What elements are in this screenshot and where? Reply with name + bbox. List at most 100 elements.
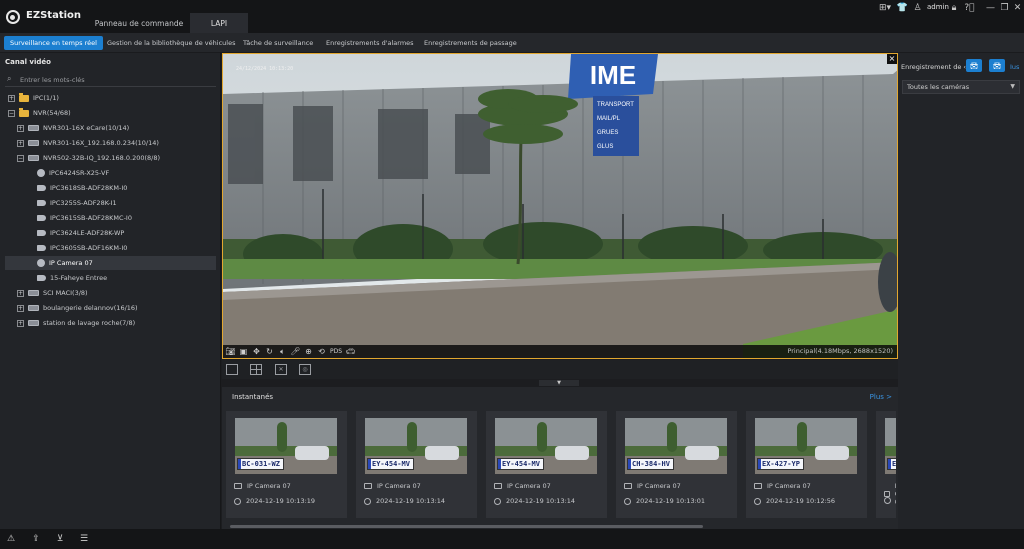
stream-info: Principal(4.18Mbps, 2688x1520) [787, 347, 893, 355]
camera-icon [37, 215, 46, 221]
close-video-icon[interactable]: × [887, 54, 897, 64]
tree-item[interactable]: + SCI MACI(3/8) [5, 286, 216, 300]
export-icon[interactable]: ⇪ [30, 533, 42, 545]
expand-icon[interactable]: + [17, 124, 24, 132]
tree-item[interactable]: + NVR301-16X_192.168.0.234(10/14) [5, 136, 216, 150]
car-icon[interactable]: 🚗︎ [345, 346, 356, 357]
tab-panneau-de-commande[interactable]: Panneau de commande [86, 13, 192, 33]
tree-item-label: IPC3605SB-ADF16KM-I0 [50, 244, 128, 252]
close-icon[interactable]: ✕ [1012, 2, 1023, 14]
tree-item[interactable]: + boulangerie delannov(16/16) [5, 301, 216, 315]
camera-icon [37, 275, 46, 281]
user-icon[interactable]: ♙ [912, 2, 923, 14]
collapse-icon[interactable]: − [17, 154, 24, 162]
capture-all-icon[interactable]: ◎ [299, 364, 311, 375]
layout-single-icon[interactable] [226, 364, 238, 375]
tree-item[interactable]: + NVR301-16X eCare(10/14) [5, 121, 216, 135]
snapshot-image[interactable]: EY-454-MV [495, 418, 597, 474]
search-input[interactable] [20, 74, 210, 85]
camera-icon [754, 483, 762, 489]
tree-item[interactable]: IPC6424SR-X25-VF [5, 166, 216, 180]
expand-icon[interactable]: + [17, 319, 24, 327]
tree-item[interactable]: IP Camera 07 [5, 256, 216, 270]
rec-car-button[interactable]: 🚘︎ [966, 59, 982, 72]
snapshot-card[interactable]: EX-427-YP IP Camera 07 2024-12-19 10:12:56 [746, 411, 867, 518]
tree-item[interactable]: + IPC(1/1) [5, 91, 216, 105]
nvr-icon [28, 320, 39, 326]
snapshots-scrollbar[interactable] [230, 525, 703, 528]
tree-item[interactable]: IPC3615SB-ADF28KMC-I0 [5, 211, 216, 225]
snapshot-card[interactable]: EY-454-MV IP Camera 07 2024-12-19 10:13:14 [486, 411, 607, 518]
license-plate: EY-454-MV [497, 458, 544, 470]
subtab-vehicle-library[interactable]: Gestion de la bibliothèque de véhicules [101, 36, 241, 50]
camera-filter-select[interactable]: Toutes les caméras ▼ [902, 80, 1020, 94]
record-icon[interactable]: ▣ [238, 346, 249, 357]
license-plate: CH-384-HV [627, 458, 674, 470]
subtab-surveillance[interactable]: Surveillance en temps réel [4, 36, 103, 50]
expand-icon[interactable]: + [17, 289, 24, 297]
lock-icon[interactable]: 🔒︎ [949, 2, 959, 14]
snapshot-time: 2024-12-19 10:12:56 [754, 497, 835, 505]
snapshot-camera-name: IP Camera 07 [767, 482, 811, 490]
alert-icon[interactable]: ⚠ [5, 533, 17, 545]
tree-item-label: IPC6424SR-X25-VF [49, 169, 110, 177]
collapse-icon[interactable]: − [8, 109, 15, 117]
tree-item-label: NVR502-32B-IQ_192.168.0.200(8/8) [43, 154, 161, 162]
all-link[interactable]: Ius [1010, 63, 1019, 71]
layout-icon[interactable]: ⊞▾ [878, 2, 892, 14]
audio-icon[interactable]: 🔈︎ [277, 346, 288, 357]
restore-icon[interactable]: ❐ [999, 2, 1010, 14]
live-video-view[interactable]: IME TRANSPORT MAIL/PL GRUES GLUS 24/12/2… [222, 53, 898, 359]
microphone-icon[interactable]: 🎤︎ [290, 346, 301, 357]
rec-list-button[interactable]: 🚘︎ [989, 59, 1005, 72]
collapse-handle-icon[interactable]: ▼ [539, 380, 579, 386]
tree-item[interactable]: + station de lavage roche(7/8) [5, 316, 216, 330]
snapshot-icon[interactable]: 📷︎ [225, 346, 236, 357]
minimize-icon[interactable]: — [985, 2, 996, 14]
pds-label[interactable]: PDS [329, 346, 343, 357]
subtab-surveillance-task[interactable]: Tâche de surveillance [237, 36, 319, 50]
license-plate: EX [887, 458, 896, 470]
subtab-alarm-records[interactable]: Enregistrements d'alarmes [320, 36, 420, 50]
shirt-icon[interactable]: 👕 [897, 2, 908, 14]
snapshot-time [884, 497, 896, 504]
tree-item[interactable]: − NVR502-32B-IQ_192.168.0.200(8/8) [5, 151, 216, 165]
bottom-bar: ⚠ ⇪ ⊻ ☰ [0, 529, 1024, 549]
download-icon[interactable]: ⊻ [54, 533, 66, 545]
snapshot-card[interactable]: EY-454-MV IP Camera 07 2024-12-19 10:13:14 [356, 411, 477, 518]
list-icon[interactable]: ☰ [78, 533, 90, 545]
expand-icon[interactable]: + [8, 94, 15, 102]
snapshot-card[interactable]: CH-384-HV IP Camera 07 2024-12-19 10:13:01 [616, 411, 737, 518]
tree-item[interactable]: 15-Faheye Entree [5, 271, 216, 285]
tab-lapi[interactable]: LAPI [190, 13, 248, 33]
snapshot-card[interactable]: BC-031-WZ IP Camera 07 2024-12-19 10:13:19 [226, 411, 347, 518]
tree-item[interactable]: − NVR(54/68) [5, 106, 216, 120]
playback-icon[interactable]: ⟲ [316, 346, 327, 357]
help-icon[interactable]: ?⃝ [964, 2, 975, 14]
snapshot-image[interactable]: CH-384-HV [625, 418, 727, 474]
snapshot-image[interactable]: EX-427-YP [755, 418, 857, 474]
snapshot-image[interactable]: BC-031-WZ [235, 418, 337, 474]
zoom-icon[interactable]: ⊕ [303, 346, 314, 357]
snapshot-card[interactable]: EXIP Camera 07 [876, 411, 896, 518]
tree-item[interactable]: IPC3624LE-ADF28K-WP [5, 226, 216, 240]
rotate-icon[interactable]: ↻ [264, 346, 275, 357]
tree-item[interactable]: IPC3255S-ADF28K-I1 [5, 196, 216, 210]
close-all-icon[interactable]: ✕ [275, 364, 287, 375]
expand-icon[interactable]: + [17, 304, 24, 312]
ptz-icon[interactable]: ✥ [251, 346, 262, 357]
subtab-passage-records[interactable]: Enregistrements de passage [418, 36, 523, 50]
snapshots-more-link[interactable]: Plus > [870, 393, 892, 401]
camera-icon [37, 230, 46, 236]
layout-quad-icon[interactable] [250, 364, 262, 375]
username[interactable]: admin [927, 3, 949, 11]
snapshot-image[interactable]: EY-454-MV [365, 418, 467, 474]
tree-item[interactable]: IPC3618SB-ADF28KM-I0 [5, 181, 216, 195]
tree-item-label: SCI MACI(3/8) [43, 289, 88, 297]
nvr-icon [28, 290, 39, 296]
snapshot-image[interactable]: EX [885, 418, 896, 474]
tree-item-label: IP Camera 07 [49, 259, 93, 267]
snapshot-camera: IP Camera 07 [624, 482, 681, 490]
tree-item[interactable]: IPC3605SB-ADF16KM-I0 [5, 241, 216, 255]
expand-icon[interactable]: + [17, 139, 24, 147]
